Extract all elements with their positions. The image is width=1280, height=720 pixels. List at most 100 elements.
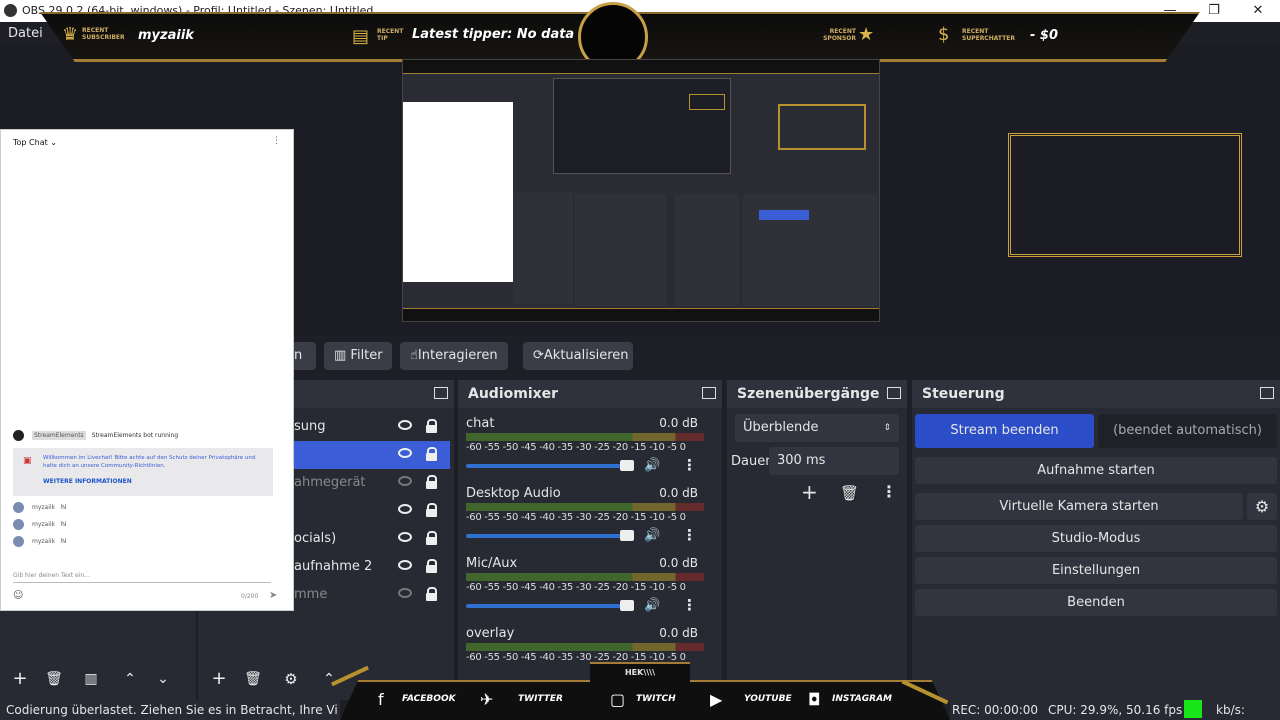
speaker-icon[interactable]: 🔊 [644, 598, 660, 613]
nested-frame-small [689, 94, 725, 110]
eye-icon[interactable] [398, 420, 412, 430]
stop-stream-button[interactable]: Stream beenden [915, 414, 1094, 448]
more-options-icon[interactable]: ⋮ [881, 482, 897, 501]
nested-transitions [675, 194, 739, 306]
transition-select[interactable]: Überblende ⇕ [735, 414, 899, 442]
cpu-usage: CPU: 29.9%, 50.16 fps [1048, 703, 1183, 717]
eye-icon[interactable] [398, 532, 412, 542]
channel-db: 0.0 dB [659, 556, 698, 570]
eye-icon[interactable] [398, 504, 412, 514]
source-item[interactable]: ocials) [294, 525, 454, 553]
updown-icon: ⇕ [883, 423, 891, 433]
center-tab: HEK\\\\ [590, 662, 690, 682]
money-bag-icon: $ [938, 24, 950, 45]
chat-message: myzaiik hi [13, 536, 67, 547]
source-item[interactable]: sung [294, 413, 454, 441]
emoji-icon[interactable]: ☺ [13, 590, 23, 601]
gold-camera-frame [1008, 133, 1242, 257]
add-source-icon[interactable]: + [208, 668, 230, 690]
lock-icon[interactable] [426, 587, 437, 601]
undock-icon[interactable] [434, 387, 448, 399]
more-options-icon[interactable]: ⋮ [682, 526, 697, 544]
virtual-camera-button[interactable]: Virtuelle Kamera starten [915, 493, 1243, 520]
volume-knob[interactable] [620, 600, 634, 611]
rec-time: REC: 00:00:00 [952, 703, 1039, 717]
close-button[interactable]: ✕ [1236, 0, 1280, 22]
filter-icon[interactable]: ▥ [80, 668, 102, 690]
gear-icon[interactable]: ⚙ [1247, 493, 1277, 520]
transition-selected: Überblende [743, 420, 819, 435]
lock-icon[interactable] [426, 531, 437, 545]
controls-title: Steuerung [912, 380, 1280, 408]
more-options-icon[interactable]: ⋮ [682, 596, 697, 614]
lock-icon[interactable] [426, 447, 437, 461]
top-chat-dropdown[interactable]: Top Chat ⌄ [13, 138, 57, 147]
refresh-button[interactable]: ⟳Aktualisieren [523, 342, 633, 370]
interact-label: Interagieren [417, 348, 498, 363]
twitch-label: TWITCH [636, 694, 676, 704]
mixer-channel-mic-aux: Mic/Aux 0.0 dB -60 -55 -50 -45 -40 -35 -… [458, 556, 708, 626]
exit-button[interactable]: Beenden [915, 589, 1277, 616]
settings-button[interactable]: Einstellungen [915, 557, 1277, 584]
volume-knob[interactable] [620, 530, 634, 541]
filter-button[interactable]: ▥ Filter [324, 342, 392, 370]
channel-name: overlay [466, 626, 515, 641]
mixer-channel-desktop-audio: Desktop Audio 0.0 dB -60 -55 -50 -45 -40… [458, 486, 708, 556]
channel-db: 0.0 dB [659, 626, 698, 640]
volume-slider[interactable] [466, 604, 632, 608]
undock-icon[interactable] [702, 387, 716, 399]
interact-button[interactable]: ☝Interagieren [400, 342, 508, 370]
studio-mode-button[interactable]: Studio-Modus [915, 525, 1277, 552]
chat-bot-message: StreamElements StreamElements bot running [13, 430, 178, 441]
more-options-icon[interactable]: ⋮ [272, 136, 281, 146]
source-item[interactable]: aufnahme 2 [294, 553, 454, 581]
speaker-icon[interactable]: 🔊 [644, 458, 660, 473]
auto-stop-button[interactable]: (beendet automatisch) [1098, 414, 1277, 448]
nested-preview-screenshot [402, 59, 880, 322]
maximize-button[interactable]: ❐ [1192, 0, 1236, 22]
send-icon[interactable]: ➤ [269, 590, 277, 601]
nested-chat-window [403, 102, 513, 282]
chat-input[interactable]: Gib hier deinen Text ein... [13, 572, 90, 579]
filter-label: Filter [350, 348, 383, 363]
meter-ticks: -60 -55 -50 -45 -40 -35 -30 -25 -20 -15 … [466, 582, 686, 593]
lock-icon[interactable] [426, 559, 437, 573]
avatar [13, 502, 24, 513]
volume-knob[interactable] [620, 460, 634, 471]
eye-icon[interactable] [398, 560, 412, 570]
more-options-icon[interactable]: ⋮ [682, 456, 697, 474]
undock-icon[interactable] [887, 387, 901, 399]
more-info-link[interactable]: WEITERE INFORMATIONEN [43, 478, 132, 485]
add-scene-icon[interactable]: + [9, 668, 31, 690]
trash-icon[interactable]: 🗑 [43, 668, 65, 690]
chevron-down-icon[interactable]: ⌄ [152, 668, 174, 690]
undock-icon[interactable] [1260, 387, 1274, 399]
speaker-icon[interactable]: 🔊 [644, 528, 660, 543]
eye-hidden-icon[interactable] [398, 476, 412, 486]
source-item-selected[interactable] [294, 441, 450, 469]
duration-label: Dauer [731, 454, 771, 469]
menu-file[interactable]: Datei [8, 26, 43, 41]
trash-icon[interactable]: 🗑 [840, 484, 859, 502]
start-recording-button[interactable]: Aufnahme starten [915, 457, 1277, 484]
star-icon: ★ [858, 24, 875, 45]
chevron-up-icon[interactable]: ⌃ [119, 668, 141, 690]
lock-icon[interactable] [426, 475, 437, 489]
trash-icon[interactable]: 🗑 [242, 668, 264, 690]
add-icon[interactable]: + [801, 480, 818, 504]
audio-mixer-dock: Audiomixer chat 0.0 dB -60 -55 -50 -45 -… [458, 380, 722, 680]
source-item[interactable]: ahmegerät [294, 469, 454, 497]
source-item[interactable] [294, 497, 454, 525]
gear-icon[interactable]: ⚙ [280, 668, 302, 690]
lock-icon[interactable] [426, 419, 437, 433]
stream-health-indicator [1184, 700, 1202, 718]
eye-icon[interactable] [398, 448, 412, 458]
eye-hidden-icon[interactable] [398, 588, 412, 598]
top-chat-label: Top Chat [13, 138, 48, 147]
source-item[interactable]: mme [294, 581, 454, 609]
duration-spinbox[interactable]: 300 ms [769, 447, 899, 475]
volume-slider[interactable] [466, 464, 632, 468]
lock-icon[interactable] [426, 503, 437, 517]
volume-slider[interactable] [466, 534, 632, 538]
notice-icon: ▣ [23, 456, 32, 466]
